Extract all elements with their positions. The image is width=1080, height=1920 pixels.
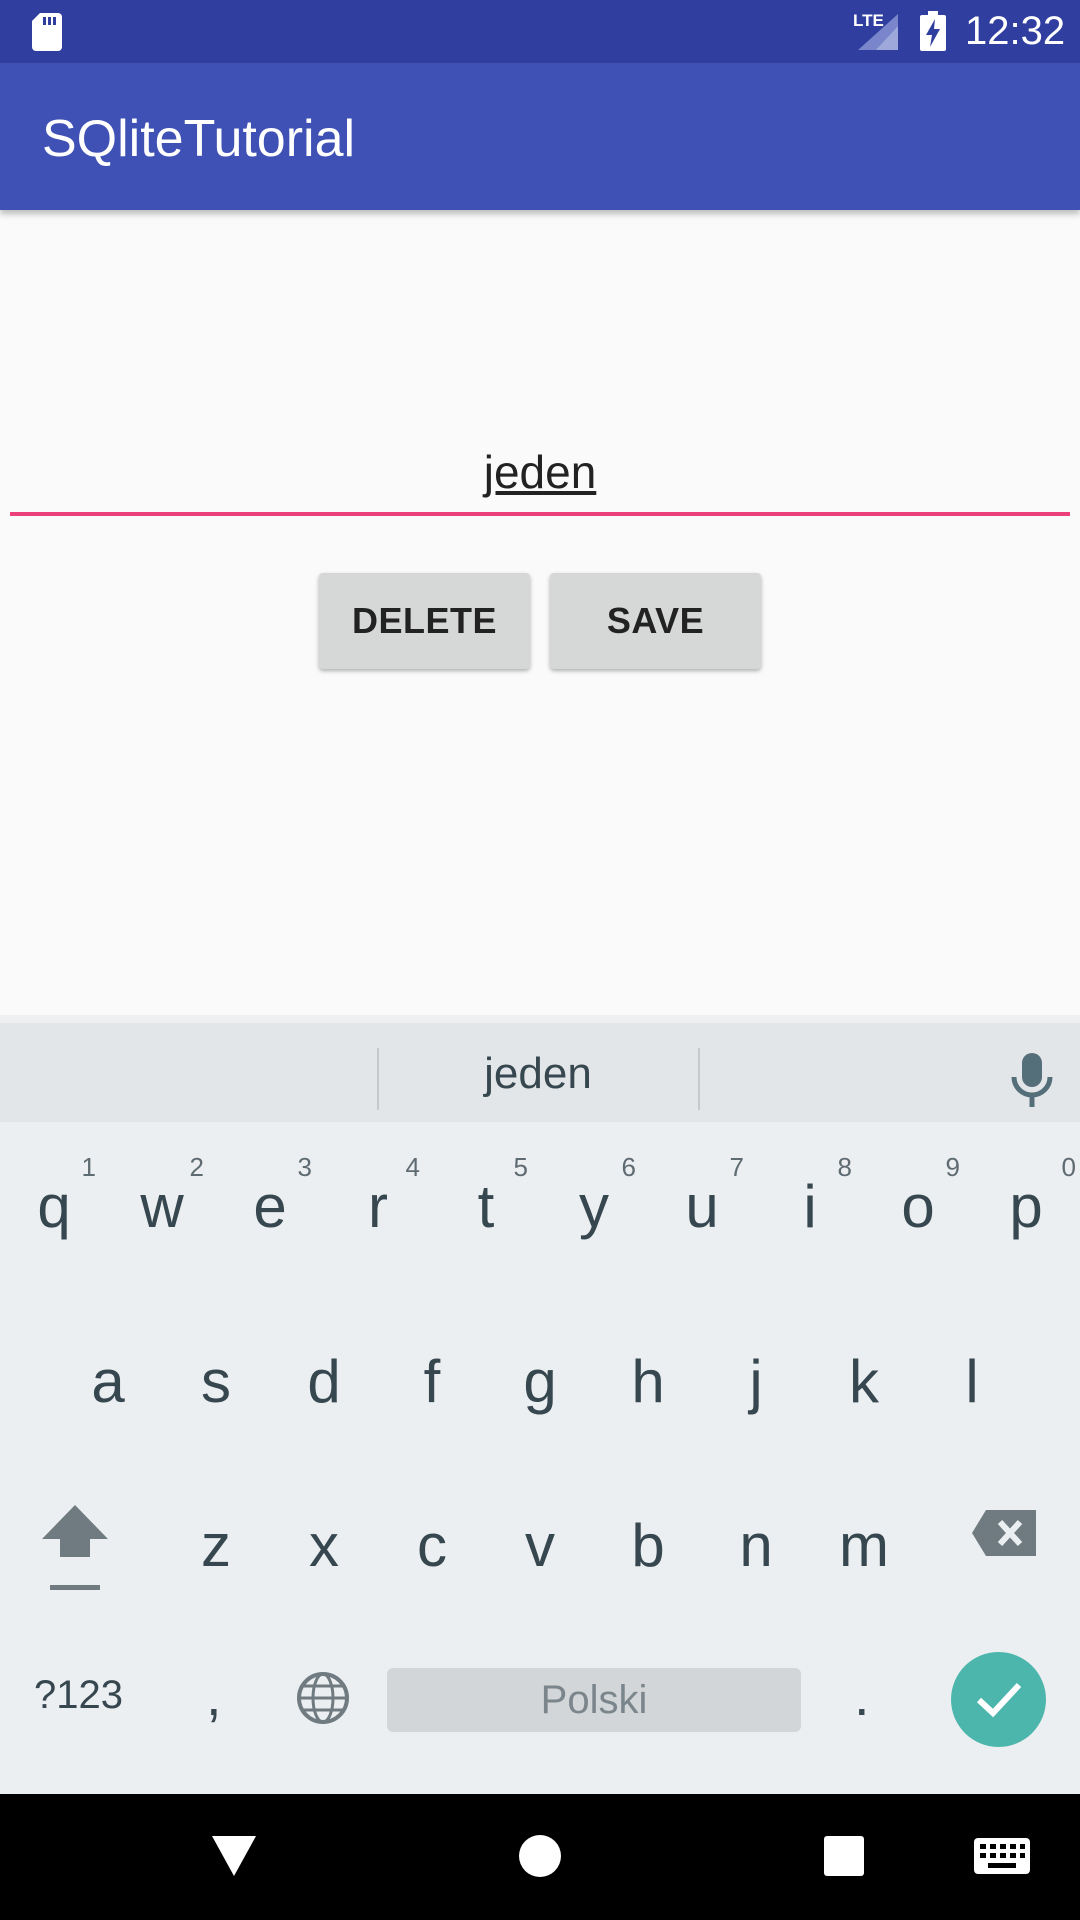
key-q[interactable]: q1 [0,1122,108,1272]
backspace-icon[interactable] [972,1510,1036,1561]
suggestion-divider [698,1048,700,1110]
key-h[interactable]: h [594,1312,702,1462]
key-p[interactable]: p0 [972,1122,1080,1272]
key-g[interactable]: g [486,1312,594,1462]
key-f[interactable]: f [378,1312,486,1462]
mic-icon[interactable] [1008,1053,1056,1114]
recents-icon[interactable] [824,1836,864,1881]
comma-key[interactable]: , [206,1663,222,1728]
key-w[interactable]: w2 [108,1122,216,1272]
symbols-key[interactable]: ?123 [34,1673,123,1718]
clock: 12:32 [965,9,1066,53]
period-key[interactable]: . [854,1663,870,1728]
key-s[interactable]: s [162,1312,270,1462]
key-c[interactable]: c [378,1476,486,1626]
key-u[interactable]: u7 [648,1122,756,1272]
key-d[interactable]: d [270,1312,378,1462]
key-o[interactable]: o9 [864,1122,972,1272]
shift-icon[interactable] [42,1505,108,1596]
keyboard-icon[interactable] [974,1838,1030,1879]
app-bar: SQliteTutorial [0,63,1080,210]
space-key[interactable]: Polski [387,1668,801,1732]
suggestion-strip: jeden [0,1015,1080,1122]
status-bar: LTE 12:32 [0,0,1080,63]
app-title: SQliteTutorial [42,110,356,168]
key-b[interactable]: b [594,1476,702,1626]
key-n[interactable]: n [702,1476,810,1626]
name-input[interactable] [10,440,1070,516]
battery-charging-icon [920,11,946,56]
checkmark-icon [975,1680,1023,1723]
key-v[interactable]: v [486,1476,594,1626]
soft-keyboard: jeden q1 w2 e3 r4 t5 y6 u7 i8 o9 p0 a s … [0,1015,1080,1794]
home-icon[interactable] [518,1834,562,1883]
key-k[interactable]: k [810,1312,918,1462]
key-m[interactable]: m [810,1476,918,1626]
network-type-label: LTE [853,11,884,30]
sd-card-icon [32,13,62,56]
key-j[interactable]: j [702,1312,810,1462]
key-e[interactable]: e3 [216,1122,324,1272]
save-button[interactable]: SAVE [550,573,761,669]
key-r[interactable]: r4 [324,1122,432,1272]
suggestion-word[interactable]: jeden [378,1049,698,1099]
key-l[interactable]: l [918,1312,1026,1462]
back-icon[interactable] [212,1836,256,1883]
key-x[interactable]: x [270,1476,378,1626]
key-i[interactable]: i8 [756,1122,864,1272]
key-z[interactable]: z [162,1476,270,1626]
key-a[interactable]: a [54,1312,162,1462]
navigation-bar [0,1794,1080,1920]
delete-button[interactable]: DELETE [319,573,530,669]
globe-icon[interactable] [296,1671,350,1730]
key-y[interactable]: y6 [540,1122,648,1272]
enter-key[interactable] [951,1652,1046,1747]
key-t[interactable]: t5 [432,1122,540,1272]
